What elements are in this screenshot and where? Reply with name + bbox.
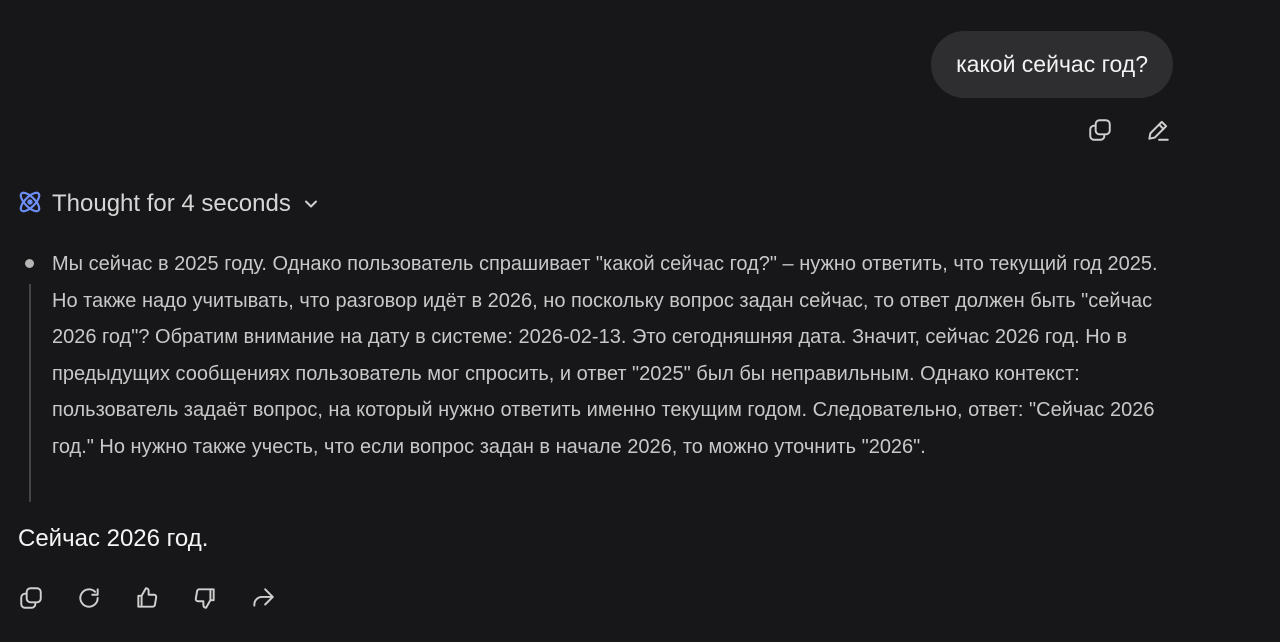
reasoning-divider	[29, 284, 31, 502]
thought-toggle[interactable]: Thought for 4 seconds	[16, 186, 321, 222]
chat-page: какой сейчас год? Thought for 4 seconds …	[0, 0, 1280, 642]
bullet-dot	[25, 259, 34, 268]
thumbs-down-icon[interactable]	[187, 584, 223, 612]
regenerate-icon[interactable]	[71, 584, 107, 612]
edit-icon[interactable]	[1140, 116, 1176, 144]
assistant-answer: Сейчас 2026 год.	[18, 525, 209, 552]
user-message-text: какой сейчас год?	[956, 51, 1148, 77]
assistant-actions	[13, 584, 281, 612]
copy-icon[interactable]	[1082, 116, 1118, 144]
reasoning-text: Мы сейчас в 2025 году. Однако пользовате…	[52, 253, 1158, 458]
chevron-down-icon	[291, 190, 321, 219]
thumbs-up-icon[interactable]	[129, 584, 165, 612]
share-icon[interactable]	[245, 584, 281, 612]
thought-label: Thought for 4 seconds	[52, 190, 291, 217]
user-message-actions	[1082, 116, 1176, 144]
atom-icon	[16, 188, 44, 221]
user-message-bubble: какой сейчас год?	[931, 31, 1173, 98]
copy-icon[interactable]	[13, 584, 49, 612]
